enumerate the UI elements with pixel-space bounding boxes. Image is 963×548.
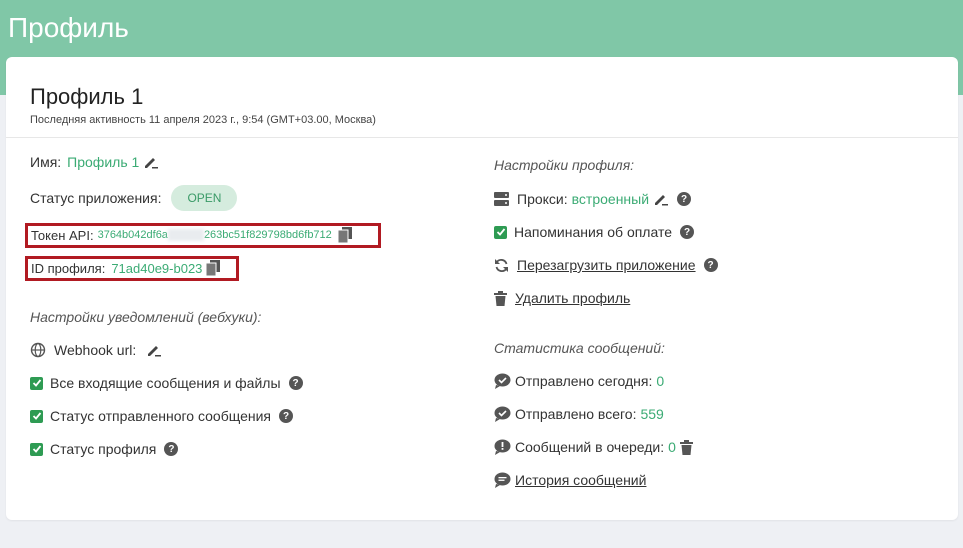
webhook-item-profile-status[interactable]: Статус профиля ? xyxy=(30,441,179,457)
globe-icon xyxy=(30,342,46,358)
sent-today-value: 0 xyxy=(656,373,665,389)
message-icon xyxy=(494,472,511,488)
delete-profile-row[interactable]: Удалить профиль xyxy=(494,290,630,306)
help-icon[interactable]: ? xyxy=(703,258,718,272)
clear-queue-trash-icon[interactable] xyxy=(679,439,693,455)
sent-today-row: Отправлено сегодня: 0 xyxy=(494,373,664,389)
profile-settings-title: Настройки профиля: xyxy=(494,157,635,173)
webhook-item-sent-status[interactable]: Статус отправленного сообщения ? xyxy=(30,408,294,424)
edit-name-icon[interactable] xyxy=(143,154,159,170)
queue-row: Сообщений в очереди: 0 xyxy=(494,439,693,455)
token-value-end[interactable]: 263bc51f829798bd6fb712 xyxy=(204,229,332,241)
proxy-label: Прокси: xyxy=(517,191,568,207)
edit-proxy-icon[interactable] xyxy=(653,191,669,207)
checkbox-checked-icon[interactable] xyxy=(30,442,43,456)
page-title: Профиль xyxy=(8,12,129,43)
checkbox-checked-icon[interactable] xyxy=(30,409,43,423)
message-check-icon xyxy=(494,373,511,389)
checkbox-checked-icon[interactable] xyxy=(30,376,43,390)
webhooks-section-title: Настройки уведомлений (вебхуки): xyxy=(30,309,262,325)
queue-value: 0 xyxy=(668,439,676,455)
queue-label: Сообщений в очереди: xyxy=(515,439,665,455)
payment-reminder-row[interactable]: Напоминания об оплате ? xyxy=(494,224,694,240)
webhook-item-label: Статус профиля xyxy=(50,441,157,457)
sent-total-value: 559 xyxy=(640,406,664,422)
payment-reminder-label: Напоминания об оплате xyxy=(514,224,672,240)
webhook-item-incoming[interactable]: Все входящие сообщения и файлы ? xyxy=(30,375,303,391)
proxy-value: встроенный xyxy=(571,191,650,207)
profile-id-row: ID профиля: 71ad40e9-b023 xyxy=(31,260,221,276)
sent-today-label: Отправлено сегодня: xyxy=(515,373,653,389)
refresh-icon xyxy=(494,258,509,273)
app-status-label: Статус приложения: xyxy=(30,190,162,206)
help-icon[interactable]: ? xyxy=(164,442,179,456)
copy-id-icon[interactable] xyxy=(206,260,221,276)
webhook-item-label: Статус отправленного сообщения xyxy=(50,408,272,424)
delete-profile-link[interactable]: Удалить профиль xyxy=(515,290,630,306)
history-link[interactable]: История сообщений xyxy=(515,472,646,488)
help-icon[interactable]: ? xyxy=(680,225,694,239)
name-label: Имя: xyxy=(30,154,62,170)
webhook-item-label: Все входящие сообщения и файлы xyxy=(50,375,281,391)
message-alert-icon xyxy=(494,439,511,455)
app-status-badge: OPEN xyxy=(171,185,238,211)
token-label: Токен API: xyxy=(31,227,94,243)
token-redacted xyxy=(167,229,204,241)
name-row: Имя: Профиль 1 xyxy=(30,154,159,170)
webhook-url-row: Webhook url: xyxy=(30,342,162,358)
last-activity: Последняя активность 11 апреля 2023 г., … xyxy=(30,114,376,126)
checkbox-checked-icon[interactable] xyxy=(494,225,507,239)
edit-webhook-icon[interactable] xyxy=(146,342,162,358)
profile-id-value[interactable]: 71ad40e9-b023 xyxy=(111,261,202,276)
reload-app-link[interactable]: Перезагрузить приложение xyxy=(517,257,696,273)
app-status-row: Статус приложения: OPEN xyxy=(30,185,238,211)
message-check-icon xyxy=(494,406,511,422)
copy-token-icon[interactable] xyxy=(337,227,352,243)
name-value: Профиль 1 xyxy=(67,154,140,170)
webhook-url-label: Webhook url: xyxy=(54,342,137,358)
help-icon[interactable]: ? xyxy=(677,192,692,206)
stats-title: Статистика сообщений: xyxy=(494,340,665,356)
divider xyxy=(6,137,958,138)
token-value-start[interactable]: 3764b042df6a xyxy=(98,229,168,241)
sent-total-row: Отправлено всего: 559 xyxy=(494,406,664,422)
reload-app-row[interactable]: Перезагрузить приложение ? xyxy=(494,257,718,273)
help-icon[interactable]: ? xyxy=(279,409,294,423)
profile-card: Профиль 1 Последняя активность 11 апреля… xyxy=(6,57,958,520)
sent-total-label: Отправлено всего: xyxy=(515,406,637,422)
proxy-row: Прокси: встроенный ? xyxy=(494,191,692,207)
trash-icon xyxy=(494,290,507,306)
history-row[interactable]: История сообщений xyxy=(494,472,646,488)
profile-id-label: ID профиля: xyxy=(31,260,106,276)
token-row: Токен API: 3764b042df6a 263bc51f829798bd… xyxy=(31,227,352,243)
help-icon[interactable]: ? xyxy=(288,376,303,390)
profile-title: Профиль 1 xyxy=(30,84,144,109)
server-icon xyxy=(494,192,509,206)
